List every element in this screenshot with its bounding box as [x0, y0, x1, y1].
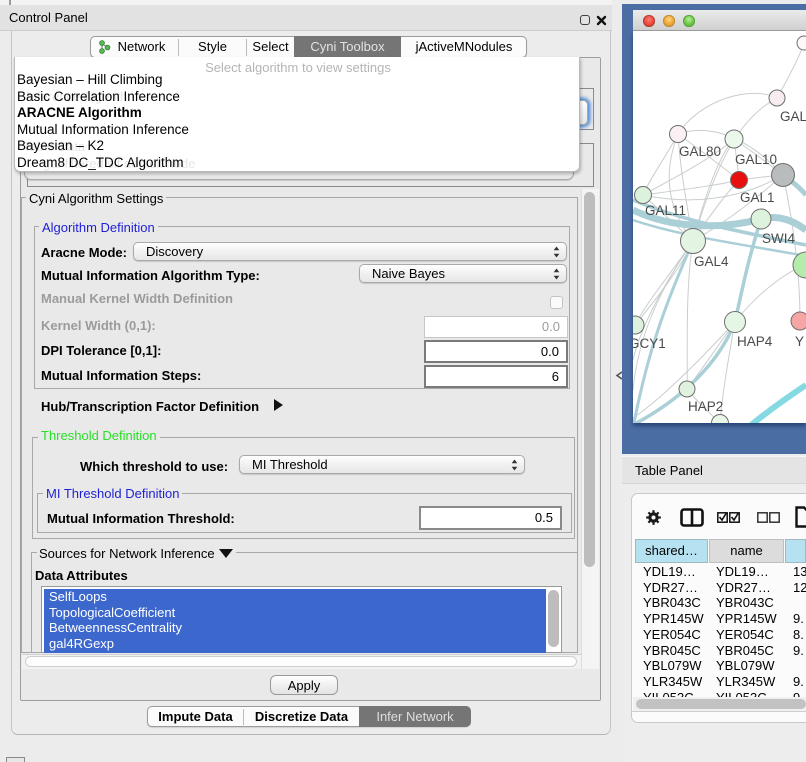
- svg-text:GCY1: GCY1: [633, 336, 666, 351]
- svg-text:GAL4: GAL4: [694, 254, 729, 269]
- svg-text:GAL: GAL: [780, 109, 806, 124]
- svg-text:HAP2: HAP2: [688, 399, 723, 414]
- svg-text:Y: Y: [795, 334, 804, 349]
- svg-text:GAL10: GAL10: [735, 152, 777, 167]
- svg-text:HAP4: HAP4: [737, 334, 773, 349]
- svg-text:GAL11: GAL11: [645, 203, 686, 218]
- svg-text:GAL80: GAL80: [679, 144, 721, 159]
- svg-text:SWI4: SWI4: [762, 231, 795, 246]
- svg-text:GAL1: GAL1: [740, 190, 775, 205]
